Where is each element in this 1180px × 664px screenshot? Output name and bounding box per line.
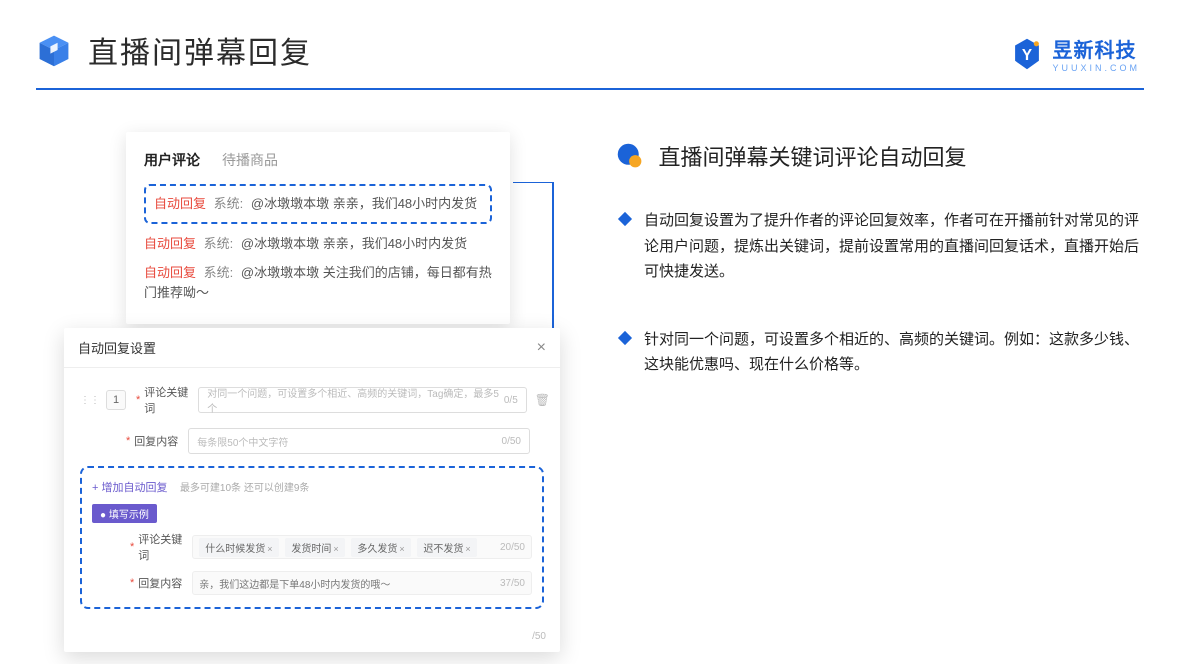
- chat-bubble-icon: [616, 142, 644, 170]
- example-highlight-box: + 增加自动回复 最多可建10条 还可以创建9条 ● 填写示例 * 评论关键词 …: [80, 466, 544, 609]
- comment-line: 自动回复 系统: @冰墩墩本墩 关注我们的店铺，每日都有热门推荐呦～: [144, 263, 492, 302]
- brand: Y 昱新科技 YUUXIN.COM: [1010, 34, 1140, 73]
- comment-text: @冰墩墩本墩 亲亲，我们48小时内发货: [241, 236, 467, 251]
- auto-reply-badge: 自动回复: [144, 236, 196, 251]
- comment-card: 用户评论 待播商品 自动回复 系统: @冰墩墩本墩 亲亲，我们48小时内发货 自…: [126, 132, 510, 324]
- svg-text:Y: Y: [1022, 46, 1032, 63]
- ex-content-value: 亲，我们这边都是下单48小时内发货的哦～: [199, 576, 390, 591]
- required-star: *: [136, 394, 140, 406]
- input-placeholder: 对同一个问题，可设置多个相近、高频的关键词，Tag确定，最多5个: [207, 385, 500, 415]
- tag-chip[interactable]: 多久发货×: [351, 538, 410, 557]
- bottom-counter: /50: [64, 631, 560, 652]
- tab-user-comments[interactable]: 用户评论: [144, 150, 200, 170]
- tab-pending-products[interactable]: 待播商品: [222, 150, 278, 170]
- input-placeholder: 每条限50个中文字符: [197, 434, 288, 449]
- add-hint: 最多可建10条 还可以创建9条: [180, 483, 309, 494]
- required-star: *: [126, 435, 130, 447]
- brand-icon: Y: [1010, 37, 1044, 71]
- highlighted-comment: 自动回复 系统: @冰墩墩本墩 亲亲，我们48小时内发货: [144, 184, 492, 224]
- tag-chip[interactable]: 迟不发货×: [417, 538, 476, 557]
- bullet-text: 自动回复设置为了提升作者的评论回复效率，作者可在开播前针对常见的评论用户问题，提…: [644, 208, 1144, 285]
- settings-card: 自动回复设置 × ⋮⋮ 1 * 评论关键词 对同一个问题，可设置多个相近、高频的…: [64, 328, 560, 652]
- tag-chip[interactable]: 发货时间×: [285, 538, 344, 557]
- counter: 37/50: [500, 578, 525, 589]
- close-icon[interactable]: ×: [537, 339, 546, 357]
- cube-icon: [36, 32, 72, 68]
- section-title: 直播间弹幕关键词评论自动回复: [658, 145, 966, 170]
- diamond-icon: [618, 330, 632, 344]
- brand-name: 昱新科技: [1052, 34, 1140, 63]
- bullet-item: 针对同一个问题，可设置多个相近的、高频的关键词。例如：这款多少钱、这块能优惠吗、…: [620, 327, 1144, 378]
- ex-keyword-input[interactable]: 什么时候发货× 发货时间× 多久发货× 迟不发货× 20/50: [192, 535, 532, 559]
- system-label: 系统:: [204, 236, 234, 251]
- keyword-input[interactable]: 对同一个问题，可设置多个相近、高频的关键词，Tag确定，最多5个 0/5: [198, 387, 526, 413]
- content-input[interactable]: 每条限50个中文字符 0/50: [188, 428, 530, 454]
- counter: 0/50: [502, 436, 521, 447]
- example-badge: ● 填写示例: [92, 504, 157, 523]
- tabs: 用户评论 待播商品: [144, 150, 492, 170]
- settings-title: 自动回复设置: [78, 338, 156, 357]
- auto-reply-badge: 自动回复: [144, 265, 196, 280]
- keyword-label: 评论关键词: [144, 384, 198, 416]
- bullet-item: 自动回复设置为了提升作者的评论回复效率，作者可在开播前针对常见的评论用户问题，提…: [620, 208, 1144, 285]
- ex-content-input[interactable]: 亲，我们这边都是下单48小时内发货的哦～ 37/50: [192, 571, 532, 595]
- page-title: 直播间弹幕回复: [88, 28, 312, 72]
- counter: 20/50: [500, 542, 525, 553]
- auto-reply-badge: 自动回复: [154, 196, 206, 211]
- content-label: 回复内容: [134, 433, 188, 449]
- delete-icon[interactable]: 🗑: [535, 393, 550, 407]
- row-index: 1: [106, 390, 126, 410]
- drag-handle-icon[interactable]: ⋮⋮: [80, 395, 100, 406]
- comment-line: 自动回复 系统: @冰墩墩本墩 亲亲，我们48小时内发货: [144, 234, 492, 254]
- brand-sub: YUUXIN.COM: [1052, 63, 1140, 73]
- system-label: 系统:: [204, 265, 234, 280]
- tag-chip[interactable]: 什么时候发货×: [199, 538, 278, 557]
- required-star: *: [130, 541, 134, 553]
- add-auto-reply-link[interactable]: + 增加自动回复: [92, 482, 167, 494]
- comment-text: @冰墩墩本墩 关注我们的店铺，每日都有热门推荐呦～: [144, 265, 492, 300]
- counter: 0/5: [504, 395, 518, 406]
- ex-content-label: 回复内容: [138, 575, 192, 591]
- required-star: *: [130, 577, 134, 589]
- ex-keyword-label: 评论关键词: [138, 531, 192, 563]
- diamond-icon: [618, 212, 632, 226]
- system-label: 系统:: [214, 196, 244, 211]
- bullet-text: 针对同一个问题，可设置多个相近的、高频的关键词。例如：这款多少钱、这块能优惠吗、…: [644, 327, 1144, 378]
- comment-text: @冰墩墩本墩 亲亲，我们48小时内发货: [251, 196, 477, 211]
